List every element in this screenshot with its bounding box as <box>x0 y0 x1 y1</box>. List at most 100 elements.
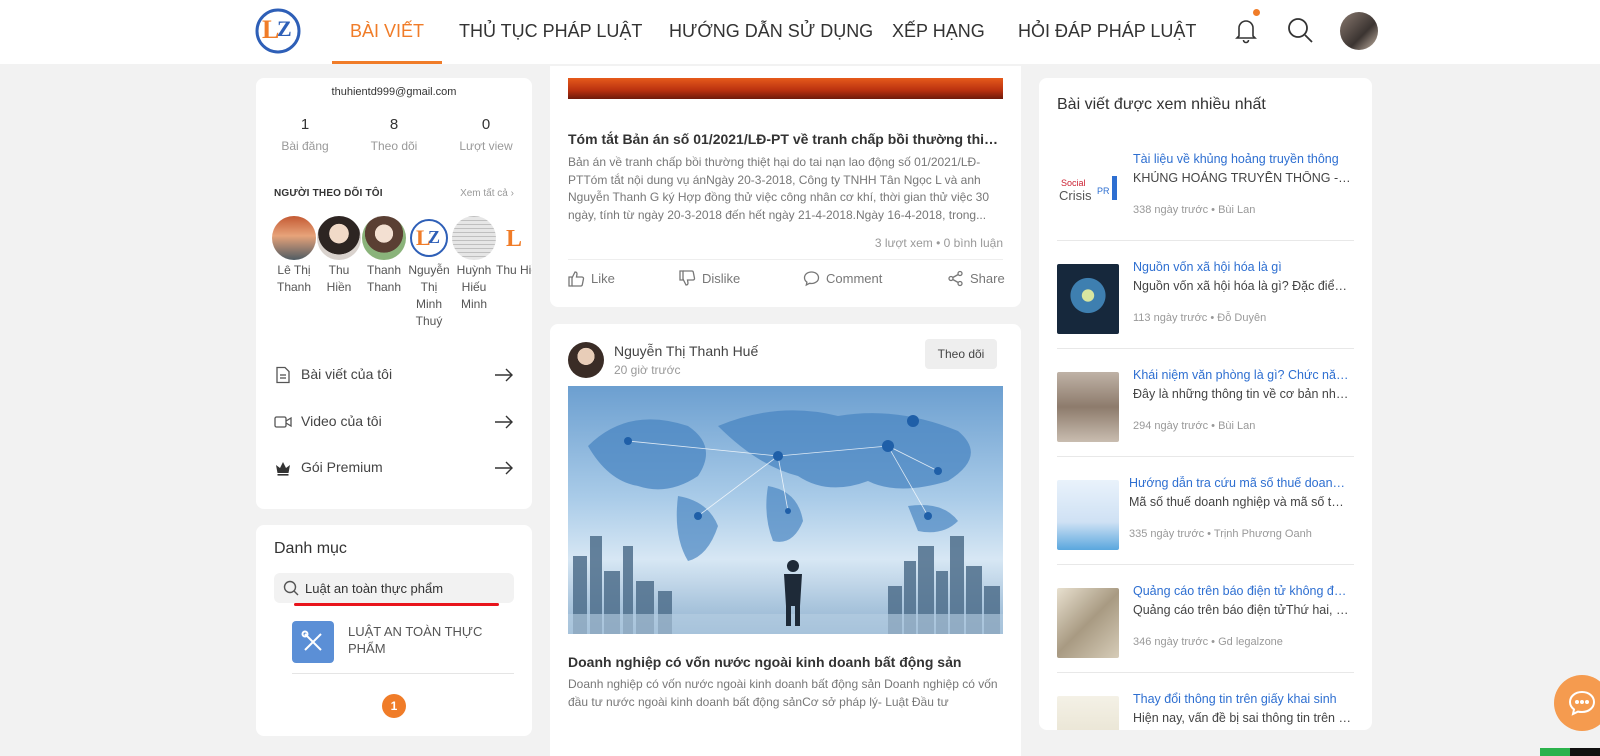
stat-following: 8 Theo dõi <box>348 116 440 153</box>
popular-item-author: Trịnh Phương Oanh <box>1213 528 1312 540</box>
comment-icon <box>803 271 820 287</box>
bell-icon[interactable] <box>1231 15 1261 45</box>
svg-text:Z: Z <box>277 16 292 41</box>
follower-item[interactable]: Thanh Thanh <box>361 216 407 296</box>
popular-item[interactable]: Thay đổi thông tin trên giấy khai sinh H… <box>1057 692 1354 730</box>
followers-heading: NGƯỜI THEO DÕI TÔI <box>274 188 383 199</box>
nav-xep-hang[interactable]: XẾP HẠNG <box>892 0 985 64</box>
follower-item[interactable]: Lê Thị Thanh <box>271 216 317 296</box>
follower-item[interactable]: LZ Nguyễn Thị Minh Thuý <box>406 216 452 330</box>
follower-avatar: L <box>500 216 532 260</box>
profile-email: thuhientd999@gmail.com <box>331 86 457 98</box>
author-avatar[interactable] <box>568 342 604 378</box>
popular-thumbnail <box>1057 696 1119 730</box>
popular-posts-card: Bài viết được xem nhiều nhất Social Crisi… <box>1039 78 1372 730</box>
follower-item[interactable]: L Thu Hiền2 <box>496 216 532 279</box>
category-search-input[interactable] <box>305 578 505 598</box>
search-icon[interactable] <box>1285 15 1315 45</box>
popular-item-summary: Mã số thuế doanh nghiệp và mã số thuế cá… <box>1129 495 1350 509</box>
menu-my-videos[interactable]: Video của tôi <box>274 410 514 434</box>
stat-label: Bài đăng <box>281 139 329 153</box>
video-icon <box>274 416 292 428</box>
follower-name: Thanh Thanh <box>366 263 402 294</box>
chat-button[interactable] <box>1554 675 1600 731</box>
top-header: L Z BÀI VIẾT THỦ TỤC PHÁP LUẬT HƯỚNG DẪN… <box>0 0 1600 64</box>
dislike-label: Dislike <box>702 271 741 286</box>
category-item-icon[interactable] <box>292 621 334 663</box>
menu-label: Gói Premium <box>301 459 383 475</box>
post-title[interactable]: Tóm tắt Bản án số 01/2021/LĐ-PT về tranh… <box>568 131 1003 147</box>
popular-item[interactable]: Quảng cáo trên báo điện tử không được Qu… <box>1057 584 1354 676</box>
follower-avatar <box>272 216 316 260</box>
arrow-right-icon <box>495 415 513 429</box>
popular-item-summary: Quảng cáo trên báo điện tửThứ hai, quảng… <box>1133 603 1354 617</box>
post-card: Nguyễn Thị Thanh Huế 20 giờ trước Theo d… <box>550 324 1021 756</box>
user-avatar[interactable] <box>1340 12 1378 50</box>
popular-item-title[interactable]: Hướng dẫn tra cứu mã số thuế doanh nghiệ… <box>1129 476 1350 490</box>
popular-title: Bài viết được xem nhiều nhất <box>1057 96 1266 113</box>
utensils-icon <box>301 630 322 651</box>
popular-item-title[interactable]: Thay đổi thông tin trên giấy khai sinh <box>1133 692 1354 706</box>
popular-item-days: 346 ngày trước <box>1133 636 1209 648</box>
follower-name: Huỳnh Hiếu Minh <box>456 263 492 311</box>
pagination-page-1[interactable]: 1 <box>382 694 406 718</box>
nav-huong-dan-su-dung[interactable]: HƯỚNG DẪN SỬ DỤNG <box>669 0 873 64</box>
popular-item[interactable]: Social Crisis PR Tài liệu về khủng hoảng t… <box>1057 152 1354 244</box>
popular-item-days: 335 ngày trước <box>1129 528 1205 540</box>
post-image[interactable] <box>568 386 1003 634</box>
menu-premium[interactable]: Gói Premium <box>274 456 514 480</box>
post-time: 20 giờ trước <box>614 363 681 377</box>
popular-item[interactable]: Khái niệm văn phòng là gì? Chức năng của… <box>1057 368 1354 460</box>
post-card: Tóm tắt Bản án số 01/2021/LĐ-PT về tranh… <box>550 66 1021 307</box>
comment-button[interactable]: Comment <box>803 270 893 288</box>
share-button[interactable]: Share <box>947 270 1007 288</box>
post-image[interactable] <box>568 78 1003 99</box>
category-search[interactable] <box>274 573 514 603</box>
nav-hoi-dap-phap-luat[interactable]: HỎI ĐÁP PHÁP LUẬT <box>1018 0 1196 64</box>
author-name[interactable]: Nguyễn Thị Thanh Huế <box>614 343 758 359</box>
divider <box>1057 672 1354 673</box>
divider <box>568 259 1003 260</box>
follower-name: Lê Thị Thanh <box>276 263 312 294</box>
site-logo[interactable]: L Z <box>253 6 303 56</box>
chevron-right-icon: › <box>510 188 514 199</box>
follower-item[interactable]: Thu Hiền <box>316 216 362 296</box>
popular-item-summary: KHỦNG HOẢNG TRUYỀN THÔNG - ẢNH HƯỞNG <box>1133 171 1354 185</box>
stat-posts: 1 Bài đăng <box>259 116 351 153</box>
popular-item-title[interactable]: Quảng cáo trên báo điện tử không được <box>1133 584 1354 598</box>
see-all-link[interactable]: Xem tất cả › <box>460 188 514 199</box>
crown-icon <box>276 462 290 476</box>
document-icon <box>276 366 290 384</box>
comment-label: Comment <box>826 271 883 286</box>
world-map-illustration <box>568 410 1003 634</box>
follower-item[interactable]: Huỳnh Hiếu Minh <box>451 216 497 313</box>
popular-item[interactable]: Nguồn vốn xã hội hóa là gì Nguồn vốn xã … <box>1057 260 1354 352</box>
popular-item-title[interactable]: Tài liệu về khủng hoảng truyền thông <box>1133 152 1354 166</box>
menu-my-posts[interactable]: Bài viết của tôi <box>274 363 514 387</box>
search-underline-annotation <box>294 603 499 606</box>
nav-thu-tuc-phap-luat[interactable]: THỦ TỤC PHÁP LUẬT <box>459 0 642 64</box>
popular-item-days: 294 ngày trước <box>1133 420 1209 432</box>
popular-item-title[interactable]: Khái niệm văn phòng là gì? Chức năng của… <box>1133 368 1354 382</box>
follow-button[interactable]: Theo dõi <box>925 339 997 369</box>
dislike-button[interactable]: Dislike <box>679 270 759 288</box>
popular-item-meta: 335 ngày trước • Trịnh Phương Oanh <box>1129 528 1312 540</box>
svg-text:Social: Social <box>1061 178 1086 188</box>
popular-item-author: Bùi Lan <box>1218 204 1256 216</box>
popular-item-meta: 113 ngày trước • Đỗ Duyên <box>1133 312 1267 324</box>
popular-item-title[interactable]: Nguồn vốn xã hội hóa là gì <box>1133 260 1354 274</box>
divider <box>292 673 514 674</box>
follower-name: Nguyễn Thị Minh Thuý <box>408 263 450 328</box>
post-title[interactable]: Doanh nghiệp có vốn nước ngoài kinh doan… <box>568 654 1003 670</box>
nav-bai-viet[interactable]: BÀI VIẾT <box>331 0 443 64</box>
like-button[interactable]: Like <box>568 270 638 288</box>
popular-item[interactable]: Hướng dẫn tra cứu mã số thuế doanh nghiệ… <box>1057 476 1354 568</box>
category-card: Danh mục LUẬT AN TOÀN THỰC PHẨM 1 <box>256 525 532 736</box>
category-item-label[interactable]: LUẬT AN TOÀN THỰC PHẨM <box>348 623 508 657</box>
share-label: Share <box>970 271 1005 286</box>
popular-item-author: Đỗ Duyên <box>1217 312 1267 324</box>
divider <box>1057 564 1354 565</box>
follower-avatar: LZ <box>407 216 451 260</box>
follower-avatar <box>452 216 496 260</box>
arrow-right-icon <box>495 368 513 382</box>
